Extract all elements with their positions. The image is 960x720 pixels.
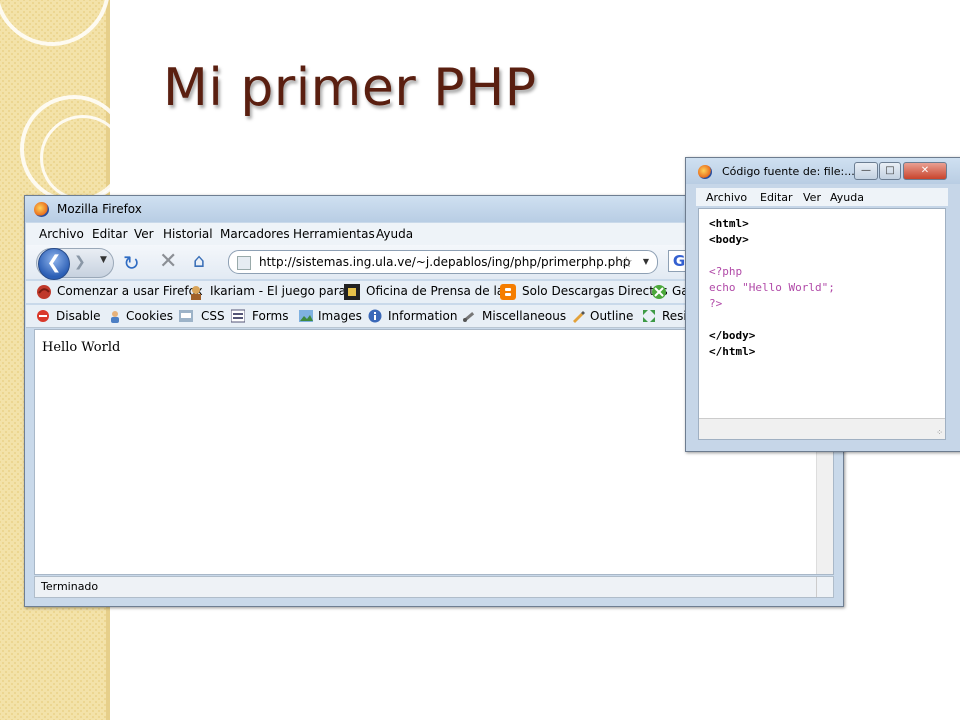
view-source-menu-bar: Archivo Editar Ver Ayuda	[696, 188, 948, 206]
outline-icon	[573, 311, 585, 323]
menu-marcadores[interactable]: Marcadores	[220, 227, 290, 241]
code-line: <body>	[709, 233, 749, 246]
view-source-title: Código fuente de: file:...	[722, 165, 855, 178]
dev-menu-outline[interactable]: Outline	[590, 309, 633, 323]
firefox-logo-icon	[34, 202, 49, 217]
home-icon[interactable]: ⌂	[193, 250, 205, 272]
forward-button[interactable]: ❯	[74, 254, 86, 270]
prensa-icon	[344, 284, 360, 300]
menu-historial[interactable]: Historial	[163, 227, 213, 241]
ikariam-icon	[191, 286, 201, 300]
resize-icon	[643, 310, 655, 322]
dev-menu-disable[interactable]: Disable	[56, 309, 101, 323]
reload-icon[interactable]: ↻	[123, 251, 140, 275]
miscellaneous-icon	[463, 312, 475, 322]
code-line: <html>	[709, 217, 749, 230]
view-source-window[interactable]: Código fuente de: file:... — □ ✕ Archivo…	[685, 157, 960, 452]
source-code-area[interactable]: <html> <body> <?php echo "Hello World"; …	[698, 208, 946, 440]
menu-herramientas[interactable]: Herramientas	[293, 227, 375, 241]
resize-grip[interactable]	[816, 577, 833, 597]
src-menu-ver[interactable]: Ver	[803, 191, 821, 204]
dev-menu-images[interactable]: Images	[318, 309, 362, 323]
ga-icon	[652, 285, 666, 299]
disable-icon	[37, 310, 49, 322]
stop-icon[interactable]: ✕	[159, 249, 177, 274]
cookies-icon	[111, 311, 119, 323]
resize-grip-icon[interactable]: ⁘	[936, 428, 943, 437]
bookmark-star-icon[interactable]: ☆	[620, 253, 633, 271]
url-text[interactable]: http://sistemas.ing.ula.ve/~j.depablos/i…	[259, 255, 630, 269]
dev-menu-information[interactable]: Information	[388, 309, 457, 323]
menu-ver[interactable]: Ver	[134, 227, 154, 241]
dev-menu-cookies[interactable]: Cookies	[126, 309, 173, 323]
blogger-icon	[500, 284, 516, 300]
page-text: Hello World	[42, 340, 121, 355]
minimize-button[interactable]: —	[854, 162, 878, 180]
code-line: echo "Hello World";	[709, 281, 835, 294]
close-button[interactable]: ✕	[903, 162, 947, 180]
code-line: </body>	[709, 329, 756, 342]
firefox-logo-icon	[698, 165, 712, 179]
window-title: Mozilla Firefox	[57, 202, 142, 216]
page-icon	[237, 256, 251, 270]
menu-editar[interactable]: Editar	[92, 227, 128, 241]
dev-menu-miscellaneous[interactable]: Miscellaneous	[482, 309, 566, 323]
bookmark-item[interactable]: Solo Descargas Directas	[522, 284, 668, 298]
maximize-button[interactable]: □	[879, 162, 901, 180]
menu-archivo[interactable]: Archivo	[39, 227, 84, 241]
css-icon	[179, 310, 193, 322]
menu-ayuda[interactable]: Ayuda	[376, 227, 413, 241]
status-bar: Terminado	[34, 576, 834, 598]
code-line: <?php	[709, 265, 743, 278]
dev-menu-forms[interactable]: Forms	[252, 309, 288, 323]
code-line: ?>	[709, 297, 723, 310]
firefox-bookmark-icon	[37, 285, 51, 299]
src-menu-ayuda[interactable]: Ayuda	[830, 191, 864, 204]
images-icon	[299, 310, 313, 322]
bookmark-item[interactable]: Oficina de Prensa de la...	[366, 284, 516, 298]
url-dropdown-icon[interactable]: ▼	[643, 257, 649, 266]
bookmark-item[interactable]: Comenzar a usar Firefox	[57, 284, 203, 298]
dev-menu-css[interactable]: CSS	[201, 309, 225, 323]
decor-circle	[40, 115, 126, 201]
src-menu-editar[interactable]: Editar	[760, 191, 793, 204]
horizontal-scrollbar[interactable]: ⁘	[699, 418, 945, 439]
back-button[interactable]: ❮	[38, 248, 70, 280]
information-icon	[368, 309, 382, 323]
view-source-titlebar[interactable]: Código fuente de: file:... — □ ✕	[686, 158, 960, 184]
url-bar[interactable]: http://sistemas.ing.ula.ve/~j.depablos/i…	[228, 250, 658, 274]
bookmark-item[interactable]: Ikariam - El juego para...	[210, 284, 357, 298]
forms-icon	[231, 309, 245, 323]
history-dropdown-icon[interactable]: ▼	[100, 255, 107, 265]
src-menu-archivo[interactable]: Archivo	[706, 191, 747, 204]
code-line: </html>	[709, 345, 756, 358]
slide-title: Mi primer PHP	[163, 58, 537, 118]
status-text: Terminado	[41, 580, 99, 593]
